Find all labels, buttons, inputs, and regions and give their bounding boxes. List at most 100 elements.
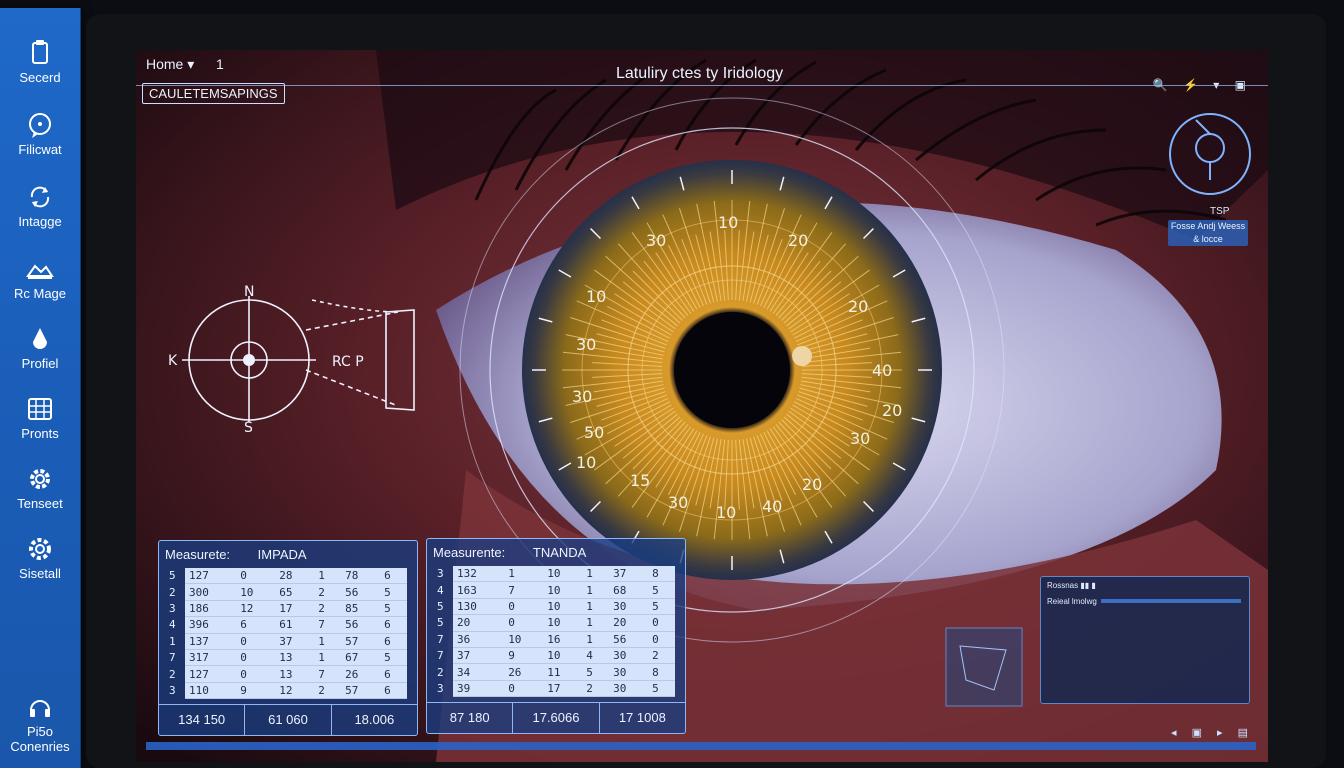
scroll-bar[interactable]: [146, 742, 1256, 750]
data-panel-bar: [1101, 599, 1241, 603]
table-cell: 65: [275, 583, 315, 601]
table-cell: 2: [582, 680, 610, 698]
table-cell: 1: [314, 568, 342, 585]
table-cell: 9: [504, 647, 544, 665]
iris-label: 20: [882, 401, 902, 420]
table-row: 7 37 9 10 4 30 2: [433, 647, 675, 665]
table-cell: 186: [185, 600, 237, 618]
table-cell: 56: [609, 631, 649, 648]
topbar-divider: [136, 85, 1268, 86]
footer-value: 87 180: [427, 703, 514, 733]
table-row: 3 186 12 17 2 85 5: [165, 600, 407, 618]
table-cell: 1: [582, 598, 610, 616]
iris-label: 10: [718, 213, 738, 232]
table-cell: 0: [236, 568, 276, 585]
table-cell: 5: [437, 599, 444, 613]
sidebar-item-label: Profiel: [21, 356, 59, 371]
footer-value: 61 060: [245, 705, 332, 735]
table-cell: 396: [185, 616, 237, 634]
table-cell: 3: [437, 681, 444, 695]
sidebar-item-label: Filicwat: [18, 142, 62, 157]
table-cell: 17: [275, 600, 315, 618]
sidebar-footer[interactable]: Pi5o Conenries: [0, 692, 80, 754]
table-cell: 4: [437, 583, 444, 597]
table-cell: 5: [648, 680, 675, 698]
table-cell: 5: [380, 649, 407, 667]
table-row: 7 317 0 13 1 67 5: [165, 649, 407, 667]
sidebar-item-secerd[interactable]: Secerd: [0, 38, 80, 85]
table-cell: 5: [648, 581, 675, 599]
table-cell: 12: [236, 600, 276, 618]
table-cell: 300: [185, 583, 237, 601]
sidebar-item-label: Sisetall: [19, 566, 61, 581]
table-cell: 7: [314, 665, 342, 683]
iris-label: 10: [716, 503, 736, 522]
panel-header-value: IMPADA: [257, 547, 307, 562]
iris-label: 40: [872, 361, 892, 380]
table-cell: 37: [275, 633, 315, 650]
iris-label: 20: [788, 231, 808, 250]
table-cell: 8: [648, 566, 675, 583]
table-cell: 10: [543, 614, 583, 632]
table-cell: 317: [185, 649, 237, 667]
table-cell: 130: [453, 598, 505, 616]
table-cell: 13: [275, 665, 315, 683]
gauge-label: TSP: [1210, 206, 1230, 217]
table-cell: 37: [453, 647, 505, 665]
measurement-panel-1: Measurete: IMPADA 5 127 0 28 1 78 6 2 300 10 65 2 56…: [158, 540, 418, 736]
iris-label: 40: [762, 497, 782, 516]
table-cell: 85: [341, 600, 381, 618]
iris-label: 10: [576, 453, 596, 472]
table-cell: 137: [185, 633, 237, 650]
sidebar-item-tenseet[interactable]: Tenseet: [0, 464, 80, 511]
table-cell: 0: [648, 614, 675, 632]
table-cell: 10: [543, 647, 583, 665]
table-cell: 110: [185, 682, 237, 700]
table-cell: 6: [380, 633, 407, 650]
gear-icon: [30, 469, 50, 489]
data-panel-title: Rossnas ▮▮ ▮: [1047, 581, 1096, 590]
image-icon: [26, 264, 54, 279]
drop-icon: [33, 328, 47, 349]
table-cell: 5: [648, 598, 675, 616]
sidebar-item-filicwat[interactable]: Filicwat: [0, 110, 80, 157]
gauge-button[interactable]: Fosse Andj Weess & locce: [1168, 220, 1248, 246]
table-cell: 7: [437, 632, 444, 646]
table-cell: 17: [543, 680, 583, 698]
table-cell: 0: [236, 665, 276, 683]
footer-value: 18.006: [354, 712, 395, 727]
bottom-toolbar-icons[interactable]: ◂ ▣ ▸ ▤: [1171, 726, 1254, 739]
table-row: 2 300 10 65 2 56 5: [165, 583, 407, 601]
table-row: 5 130 0 10 1 30 5: [433, 598, 675, 616]
sidebar-item-label: Tenseet: [17, 496, 63, 511]
table-cell: 6: [380, 682, 407, 700]
table-cell: 10: [236, 583, 276, 601]
home-menu[interactable]: Home ▾: [146, 56, 194, 73]
table-cell: 57: [341, 633, 381, 650]
mode-button[interactable]: CAULETEMSAPINGS: [142, 83, 285, 104]
table-cell: 0: [504, 680, 544, 698]
table-cell: 1: [582, 631, 610, 648]
sidebar-item-pronts[interactable]: Pronts: [0, 394, 80, 441]
table-row: 3 39 0 17 2 30 5: [433, 680, 675, 698]
table-cell: 1: [169, 634, 176, 648]
table-cell: 7: [504, 581, 544, 599]
table-row: 4 163 7 10 1 68 5: [433, 581, 675, 599]
footer-value: 17 1008: [618, 710, 666, 725]
measurement-panel-2: Measurente: TNANDA 3 132 1 10 1 37 8 4 163 7 10 1 68…: [426, 538, 686, 734]
table-cell: 2: [314, 682, 342, 700]
iris-label: 30: [646, 231, 666, 250]
table-cell: 39: [453, 680, 505, 698]
sidebar-item-sisetall[interactable]: Sisetall: [0, 534, 80, 581]
sidebar-item-intagge[interactable]: Intagge: [0, 182, 80, 229]
table-cell: 30: [609, 647, 649, 665]
measurement-table: 3 132 1 10 1 37 8 4 163 7 10 1 68 5 5 130 0 10 1 30 5 5 20 0 10 1…: [433, 566, 675, 698]
sidebar-footer-label: Pi5o: [26, 724, 54, 739]
data-panel-subtitle: Reieal lmolwg: [1047, 597, 1097, 606]
compass-k: K: [168, 353, 178, 369]
table-cell: 6: [236, 616, 276, 634]
footer-value: 134 150: [159, 705, 246, 735]
sidebar-item-rc-mage[interactable]: Rc Mage: [0, 254, 80, 301]
table-cell: 37: [609, 566, 649, 583]
sidebar-item-profiel[interactable]: Profiel: [0, 324, 80, 371]
